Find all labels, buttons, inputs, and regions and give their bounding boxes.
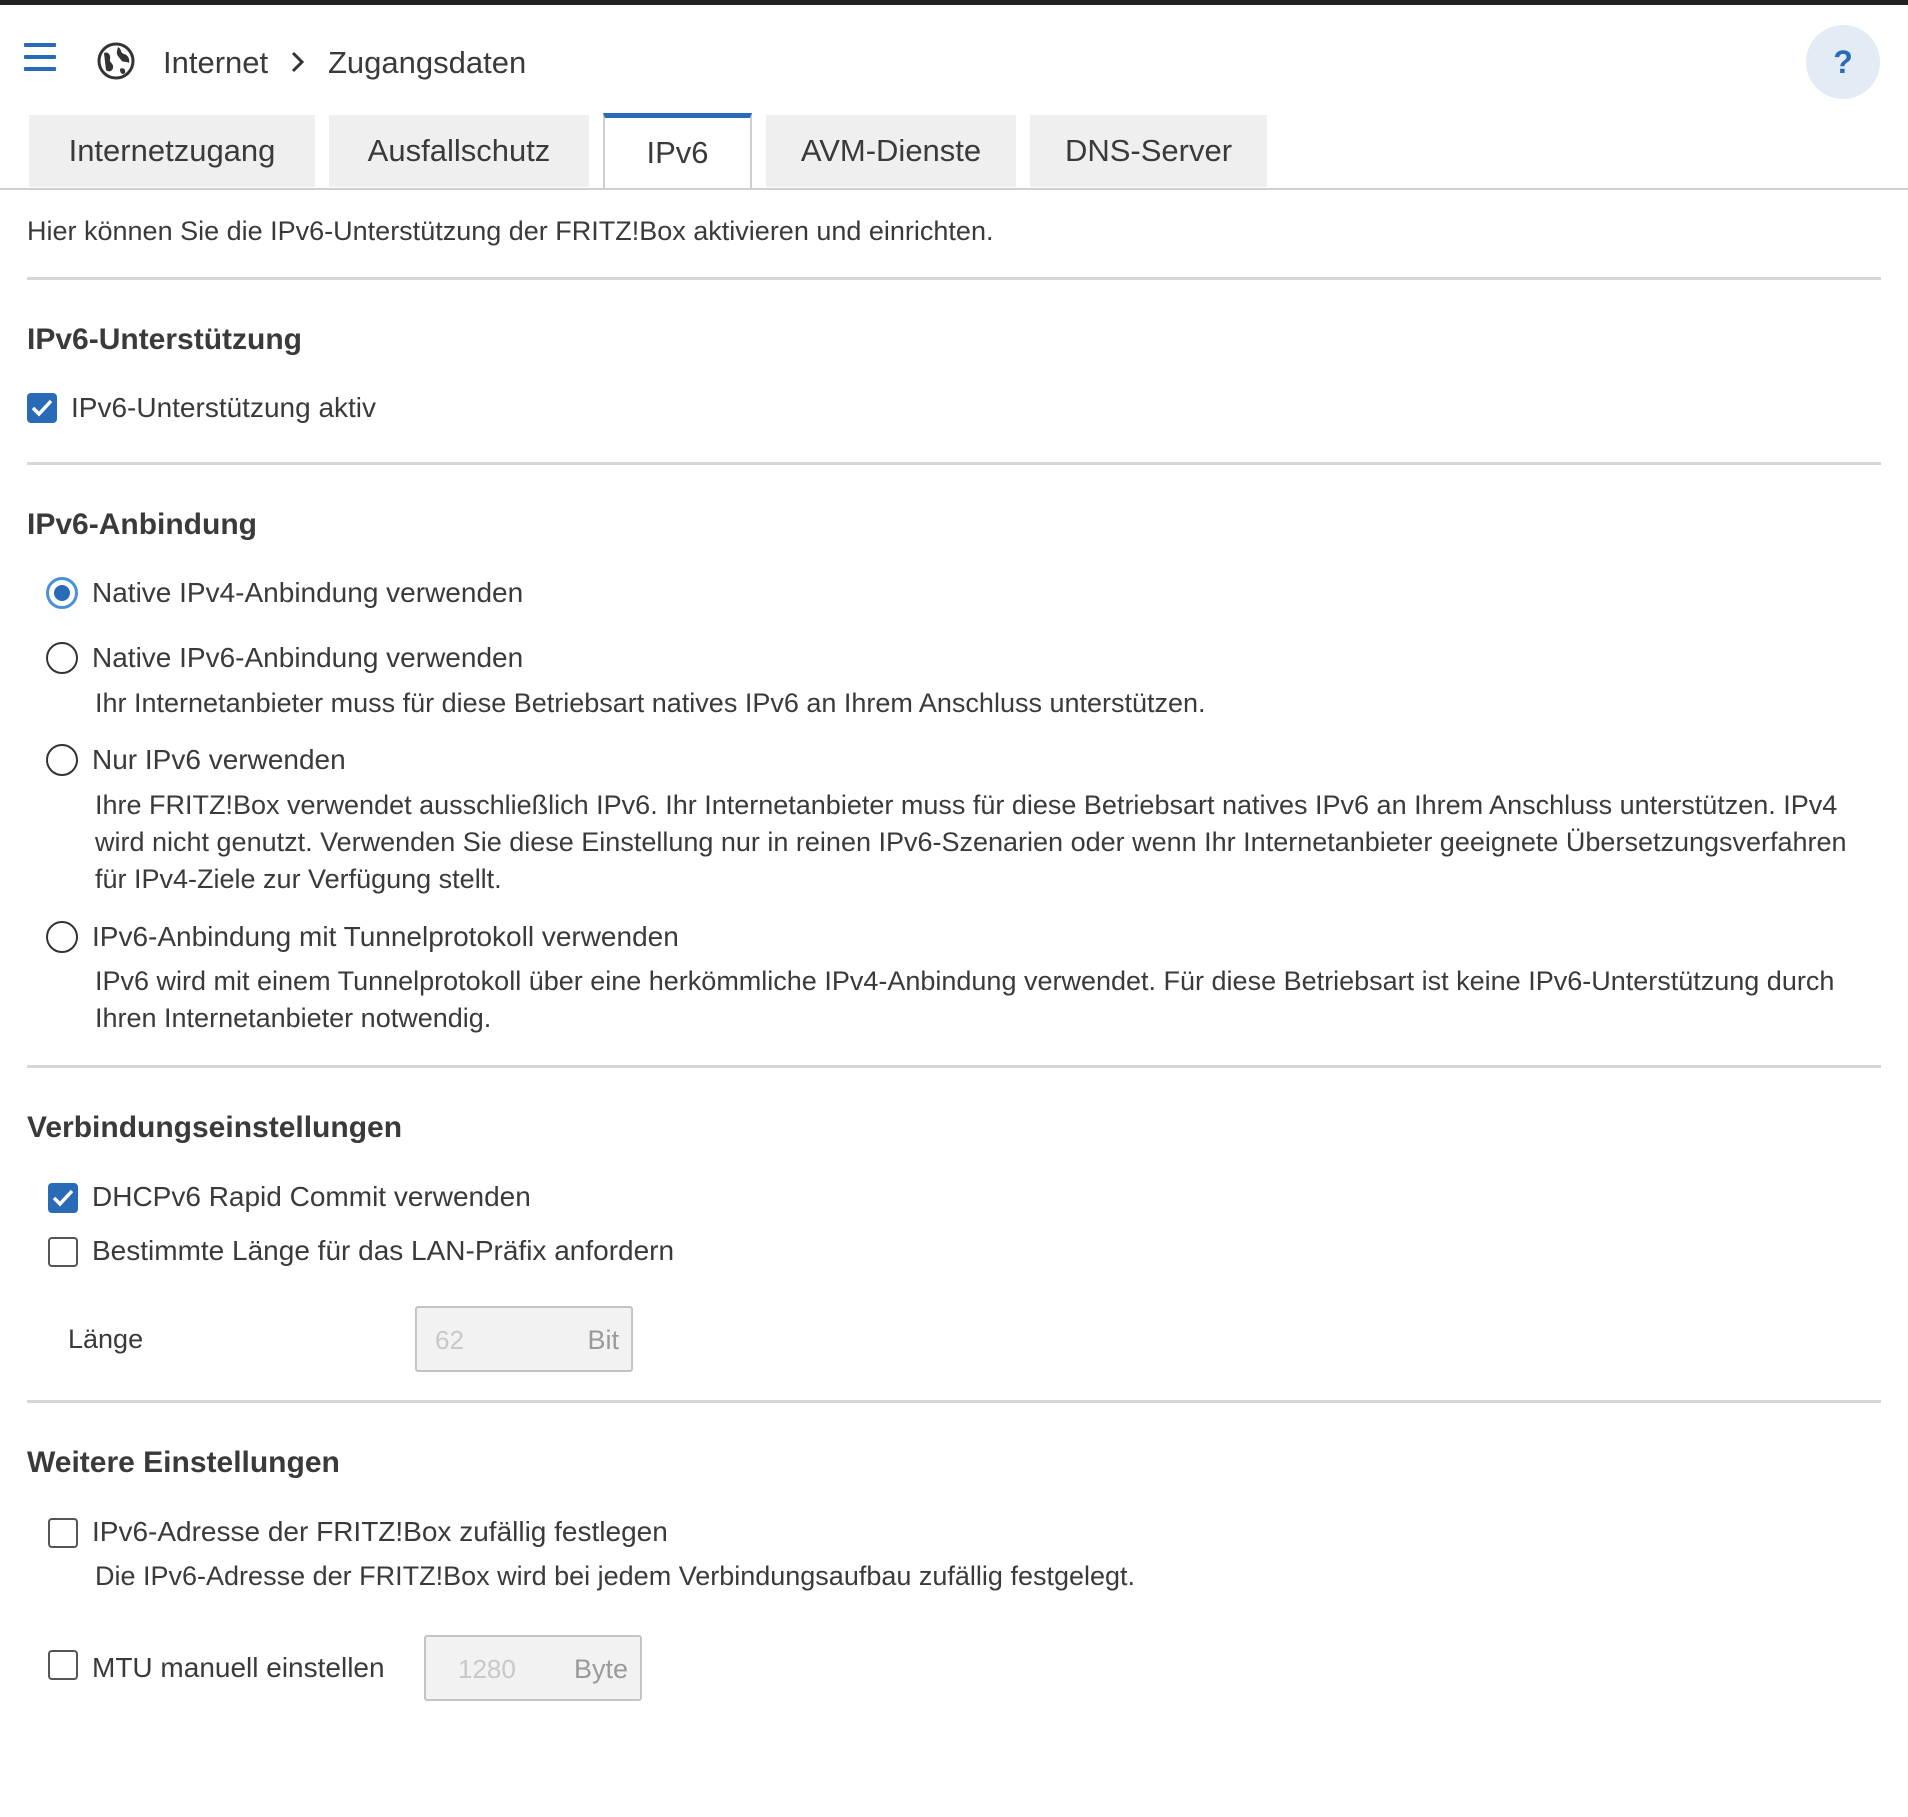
mtu-value: 1280 <box>458 1654 516 1684</box>
tab-ausfallschutz[interactable]: Ausfallschutz <box>329 115 589 187</box>
radio-tunnel-desc: IPv6 wird mit einem Tunnelprotokoll über… <box>95 966 1835 1033</box>
radio-only-ipv6-label[interactable]: Nur IPv6 verwenden <box>92 741 346 779</box>
tab-avm-dienste[interactable]: AVM-Dienste <box>766 115 1016 187</box>
random-address-desc: Die IPv6-Adresse der FRITZ!Box wird bei … <box>95 1561 1136 1591</box>
divider <box>27 1065 1881 1068</box>
radio-native-ipv4-label[interactable]: Native IPv4-Anbindung verwenden <box>92 574 523 612</box>
prefix-length-value: 62 <box>435 1325 464 1355</box>
prefix-length-input[interactable]: 62 Bit <box>415 1306 633 1372</box>
chevron-right-icon <box>291 51 305 73</box>
rapid-commit-checkbox[interactable] <box>48 1183 78 1213</box>
help-button[interactable]: ? <box>1806 25 1880 99</box>
breadcrumb-internet[interactable]: Internet <box>163 43 268 83</box>
ipv6-support-checkbox[interactable] <box>27 393 57 423</box>
tab-label: AVM-Dienste <box>800 133 982 168</box>
tab-internetzugang[interactable]: Internetzugang <box>29 115 315 187</box>
section-title-further: Weitere Einstellungen <box>27 1446 340 1479</box>
mtu-input[interactable]: 1280 Byte <box>424 1635 642 1701</box>
tab-label: DNS-Server <box>1064 133 1233 168</box>
rapid-commit-label[interactable]: DHCPv6 Rapid Commit verwenden <box>92 1178 531 1216</box>
prefix-length-unit: Bit <box>587 1325 619 1355</box>
globe-icon <box>97 42 135 80</box>
tab-label: IPv6 <box>646 135 709 170</box>
breadcrumb-zugangsdaten: Zugangsdaten <box>328 45 527 80</box>
length-label: Länge <box>68 1324 144 1354</box>
divider <box>27 462 1881 465</box>
divider <box>27 277 1881 280</box>
section-title-support: IPv6-Unterstützung <box>27 323 303 356</box>
radio-native-ipv4[interactable] <box>46 577 78 609</box>
tab-bar: Internetzugang Ausfallschutz IPv6 AVM-Di… <box>0 113 1908 190</box>
radio-only-ipv6-desc: Ihre FRITZ!Box verwendet ausschließlich … <box>95 790 1847 894</box>
tab-dns-server[interactable]: DNS-Server <box>1030 115 1267 187</box>
prefix-length-label[interactable]: Bestimmte Länge für das LAN-Präfix anfor… <box>92 1232 674 1270</box>
section-title-connection: Verbindungseinstellungen <box>27 1111 403 1144</box>
radio-tunnel-label[interactable]: IPv6-Anbindung mit Tunnelprotokoll verwe… <box>92 918 679 956</box>
radio-native-ipv6[interactable] <box>46 642 78 674</box>
random-address-checkbox[interactable] <box>48 1518 78 1548</box>
mtu-checkbox[interactable] <box>48 1650 78 1680</box>
radio-tunnel[interactable] <box>46 921 78 953</box>
intro-text: Hier können Sie die IPv6-Unterstützung d… <box>27 216 994 246</box>
radio-only-ipv6[interactable] <box>46 744 78 776</box>
tab-label: Ausfallschutz <box>367 133 551 168</box>
tab-label: Internetzugang <box>68 133 276 168</box>
help-icon: ? <box>1833 43 1853 80</box>
checkmark-icon <box>31 399 53 417</box>
tab-ipv6[interactable]: IPv6 <box>603 113 752 188</box>
header: Internet Zugangsdaten ? <box>0 5 1908 113</box>
random-address-label[interactable]: IPv6-Adresse der FRITZ!Box zufällig fest… <box>92 1513 668 1551</box>
hamburger-menu-icon[interactable] <box>24 43 58 73</box>
radio-native-ipv6-desc: Ihr Internetanbieter muss für diese Betr… <box>95 688 1206 718</box>
divider <box>27 1400 1881 1403</box>
mtu-label[interactable]: MTU manuell einstellen <box>92 1649 385 1687</box>
radio-native-ipv6-label[interactable]: Native IPv6-Anbindung verwenden <box>92 639 523 677</box>
prefix-length-checkbox[interactable] <box>48 1237 78 1267</box>
section-title-binding: IPv6-Anbindung <box>27 508 257 541</box>
ipv6-support-label[interactable]: IPv6-Unterstützung aktiv <box>71 389 376 427</box>
mtu-unit: Byte <box>573 1654 628 1684</box>
checkmark-icon <box>52 1189 74 1207</box>
